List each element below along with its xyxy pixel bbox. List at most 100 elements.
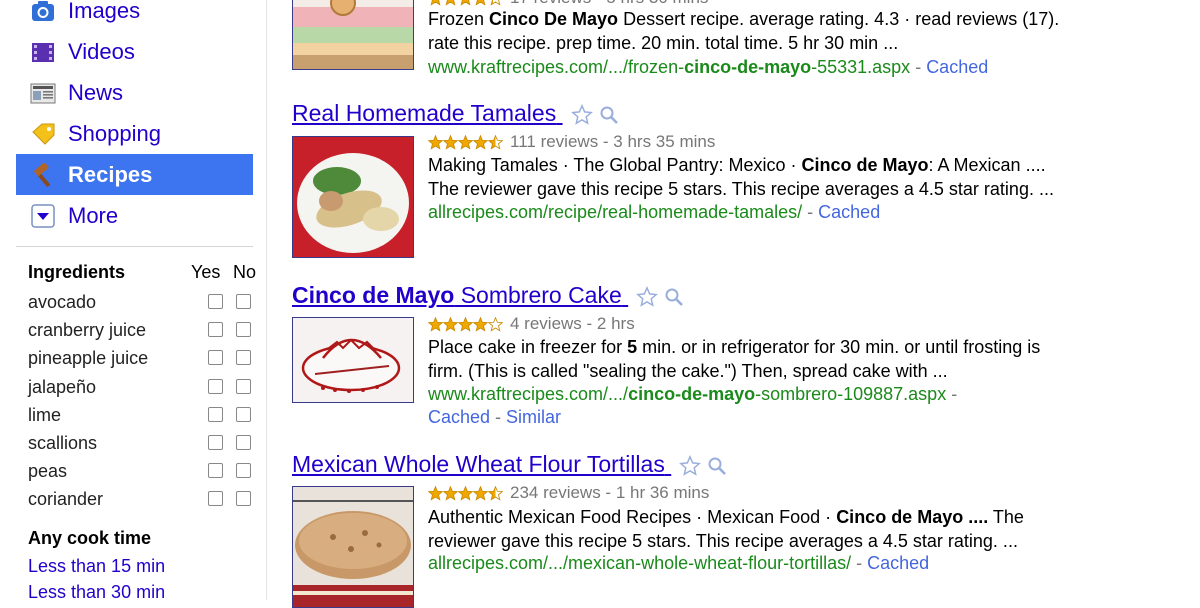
ingredient-no-checkbox[interactable] [236, 294, 251, 309]
ingredient-label: avocado [28, 292, 97, 312]
magnifier-icon[interactable] [599, 105, 619, 125]
ingredient-yes-checkbox[interactable] [208, 322, 223, 338]
ingredient-label: scallions [28, 432, 98, 453]
result-title-link[interactable]: Mexican Whole Wheat Flour Tortillas [292, 451, 665, 477]
result-meta: 234 reviews - 1 hr 36 mins [428, 483, 709, 503]
cached-link[interactable]: Cached [926, 57, 988, 77]
ingredient-yes-checkbox[interactable] [208, 491, 223, 507]
nav-label-shopping: Shopping [68, 120, 161, 146]
cached-link[interactable]: Cached [428, 407, 490, 427]
star-filled-icon [460, 0, 471, 6]
star-filled-icon [430, 0, 441, 6]
star-outline-icon[interactable] [570, 103, 593, 126]
star-filled-icon [428, 316, 443, 332]
result-meta-text: 4 reviews - 2 hrs [510, 314, 635, 333]
nav-item-shopping[interactable]: Shopping [16, 113, 253, 154]
cook-time-option-15[interactable]: Less than 15 min [28, 556, 165, 577]
result-url-highlight: cinco-de-mayo [684, 57, 812, 77]
ingredient-no-checkbox[interactable] [236, 463, 251, 479]
magnifier-icon[interactable] [707, 456, 727, 476]
result-thumbnail[interactable] [292, 317, 414, 403]
similar-link[interactable]: Similar [506, 407, 561, 427]
star-filled-icon [458, 316, 473, 332]
snippet-highlight: 5 [627, 337, 638, 357]
star-outline-icon[interactable] [679, 454, 702, 477]
result-url-line: allrecipes.com/.../mexican-whole-wheat-f… [428, 553, 929, 574]
star-filled-icon [443, 316, 458, 332]
result-meta-text: 234 reviews - 1 hr 36 mins [510, 483, 710, 502]
nav-label-videos: Videos [68, 38, 135, 64]
result-thumbnail[interactable] [292, 0, 414, 70]
ingredient-no-checkbox[interactable] [236, 406, 251, 422]
star-filled-icon [458, 134, 473, 150]
ingredient-label: coriander [28, 489, 104, 510]
snippet-text: The reviewer gave this recipe 5 stars. T… [428, 178, 1054, 199]
result-url-highlight: cinco-de-mayo [628, 384, 756, 404]
cached-link[interactable]: Cached [867, 553, 929, 573]
result-title-link[interactable]: Real Homemade Tamales [292, 100, 556, 126]
ingredient-yes-checkbox[interactable] [208, 434, 223, 450]
ingredient-yes-checkbox[interactable] [208, 463, 223, 479]
snippet-text: : A Mexican .... [928, 155, 1046, 175]
dropdown-icon [30, 203, 56, 229]
ingredient-no-checkbox[interactable] [236, 350, 251, 366]
result-meta: 17 reviews - 5 hrs 30 mins [428, 0, 708, 8]
url-separator: - [802, 202, 819, 222]
result-meta: 4 reviews - 2 hrs [428, 314, 635, 334]
ingredient-no-checkbox[interactable] [236, 322, 251, 338]
nav-item-images[interactable]: Images [16, 0, 253, 31]
snippet-highlight: Cinco De Mayo [489, 9, 619, 29]
nav-divider [16, 246, 253, 247]
result-meta-text: 17 reviews - 5 hrs 30 mins [510, 0, 708, 8]
snippet-text: Authentic Mexican Food Recipes · Mexican… [428, 507, 837, 527]
ingredients-title: Ingredients [28, 262, 126, 282]
ingredients-no-label: No [233, 262, 257, 282]
nav-label-more: More [68, 202, 119, 228]
nav-label-recipes: Recipes [68, 161, 153, 187]
result-tools [636, 285, 684, 308]
snippet-text: Frozen [428, 9, 490, 29]
snippet-text: Place cake in freezer for [428, 337, 628, 357]
ingredient-yes-checkbox[interactable] [208, 406, 223, 422]
result-url: www.kraftrecipes.com/.../ [428, 384, 629, 404]
rating-stars [428, 0, 503, 6]
url-separator: - [910, 57, 927, 77]
ingredient-no-checkbox[interactable] [236, 378, 251, 394]
hammer-icon [30, 162, 56, 188]
star-filled-icon [443, 485, 458, 501]
result-links-line: Cached - Similar [428, 407, 561, 428]
ingredient-yes-checkbox[interactable] [208, 350, 223, 366]
ingredient-row: jalapeño [28, 373, 268, 401]
result-thumbnail[interactable] [292, 136, 414, 258]
result-url: allrecipes.com/recipe/real-homemade-tama… [428, 202, 803, 222]
newspaper-icon [30, 80, 56, 106]
snippet-highlight: Cinco de Mayo .... [836, 507, 989, 527]
rating-stars [428, 316, 503, 332]
ingredient-no-checkbox[interactable] [236, 434, 251, 450]
result-url-line: www.kraftrecipes.com/.../cinco-de-mayo-s… [428, 384, 957, 405]
result-title-link[interactable]: Cinco de Mayo Sombrero Cake [292, 282, 622, 308]
result-tools [679, 454, 727, 477]
nav-item-videos[interactable]: Videos [16, 31, 253, 72]
cached-link[interactable]: Cached [818, 202, 880, 222]
snippet-text: rate this recipe. prep time. 20 min. tot… [428, 32, 899, 53]
nav-item-recipes[interactable]: Recipes [16, 154, 253, 195]
cook-time-title: Any cook time [28, 528, 152, 548]
ingredient-yes-checkbox[interactable] [208, 294, 223, 309]
result-thumbnail[interactable] [292, 486, 414, 608]
ingredients-yes-label: Yes [191, 262, 221, 282]
ingredient-label: jalapeño [28, 376, 97, 397]
star-outline-icon[interactable] [636, 285, 659, 308]
title-highlight: Cinco de Mayo [292, 282, 455, 308]
snippet-text: reviewer gave this recipe 5 stars. This … [428, 530, 1018, 551]
nav-item-news[interactable]: News [16, 72, 253, 113]
magnifier-icon[interactable] [664, 287, 684, 307]
ingredient-yes-checkbox[interactable] [208, 378, 223, 394]
result-title-row: Mexican Whole Wheat Flour Tortillas [292, 451, 727, 478]
left-sidebar: Images Videos News Shopping Recipes More… [0, 0, 268, 602]
nav-item-more[interactable]: More [16, 195, 253, 236]
ingredient-no-checkbox[interactable] [236, 491, 251, 507]
star-half-icon [488, 134, 503, 150]
ingredient-row: pineapple juice [28, 344, 268, 372]
snippet-text: Making Tamales · The Global Pantry: Mexi… [428, 155, 802, 175]
